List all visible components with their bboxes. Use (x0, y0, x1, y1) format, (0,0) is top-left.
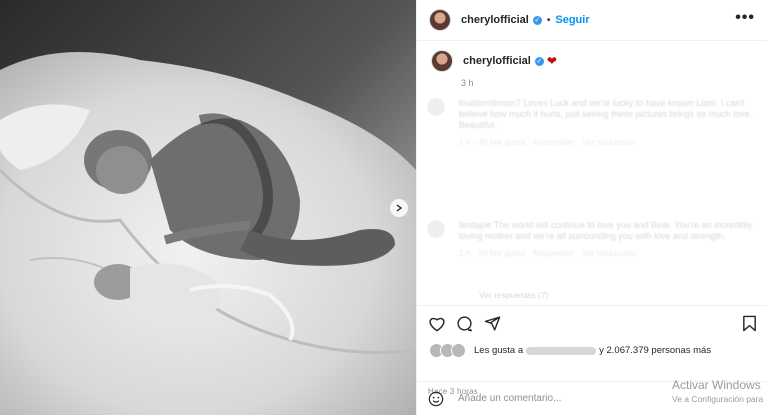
comment-input[interactable] (456, 392, 660, 405)
verified-icon: ✓ (534, 56, 544, 66)
verified-icon: ✓ (532, 15, 542, 25)
chevron-right-icon (396, 204, 403, 212)
bookmark-icon[interactable] (742, 315, 757, 332)
watermark-line2: Ve a Configuración para (672, 394, 764, 404)
comment-icon[interactable] (456, 315, 473, 332)
comment-item: ferdajoe The world will continue to love… (427, 220, 757, 258)
caption-username[interactable]: cherylofficial (463, 55, 531, 67)
view-replies-link[interactable]: Ver respuestas (7) (479, 290, 548, 300)
watermark-line1: Activar Windows (672, 378, 761, 392)
photo-image (0, 0, 416, 415)
heart-icon[interactable] (428, 315, 446, 332)
likes-summary: Les gusta a y 2.067.379 personas más (429, 343, 711, 358)
share-icon[interactable] (484, 315, 501, 332)
caption: cherylofficial ✓ ❤ 3 h (431, 50, 751, 88)
emoji-icon[interactable] (428, 391, 444, 407)
comment-meta[interactable]: 1 h · 40 Me gusta · Responder · Ver trad… (459, 137, 757, 147)
comment-avatar[interactable] (427, 220, 445, 238)
red-heart-emoji: ❤ (546, 54, 557, 68)
more-icon[interactable]: ••• (735, 10, 755, 26)
post-photo (0, 0, 416, 415)
likers-avatars (429, 343, 466, 358)
caption-avatar[interactable] (431, 50, 453, 72)
username[interactable]: cherylofficial (461, 14, 529, 26)
next-photo-button[interactable] (390, 199, 408, 217)
liker-name-redacted[interactable] (526, 346, 597, 355)
separator-dot: • (546, 14, 551, 26)
follow-button[interactable]: Seguir (555, 14, 589, 26)
comment-text: ferdajoe The world will continue to love… (459, 220, 753, 241)
post-header: cherylofficial ✓ • Seguir ••• (417, 0, 767, 41)
comment-avatar[interactable] (427, 98, 445, 116)
comment-item: louistomlinson7 Loves Luck and we're luc… (427, 98, 757, 147)
comment-text: louistomlinson7 Loves Luck and we're luc… (459, 98, 753, 130)
post-panel: cherylofficial ✓ • Seguir ••• cheryloffi… (416, 0, 767, 415)
avatar[interactable] (429, 9, 451, 31)
windows-activation-watermark: Activar Windows Ve a Configuración para (672, 378, 763, 406)
caption-time: 3 h (461, 78, 474, 88)
avatar (451, 343, 466, 358)
likes-prefix: Les gusta a (474, 345, 524, 356)
comment-meta[interactable]: 2 h · 38 Me gusta · Responder · Ver trad… (459, 248, 757, 258)
actions-bar (417, 305, 767, 340)
likes-count[interactable]: y 2.067.379 personas más (599, 345, 711, 356)
